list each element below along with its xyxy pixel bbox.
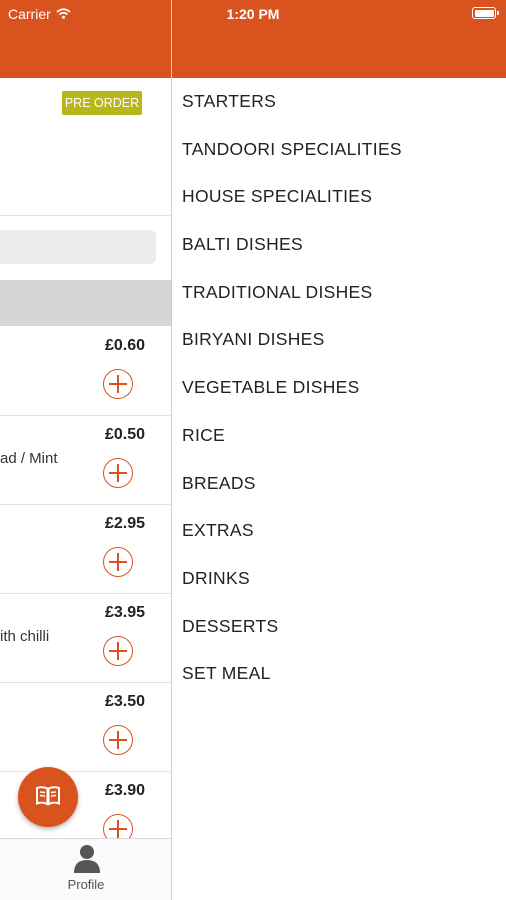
- category-item-starters[interactable]: STARTERS: [182, 78, 402, 126]
- category-item-tandoori-specialities[interactable]: TANDOORI SPECIALITIES: [182, 126, 402, 174]
- menu-item[interactable]: £3.50: [0, 683, 172, 772]
- category-header: [0, 280, 172, 326]
- item-price: £3.90: [104, 782, 145, 799]
- menu-item[interactable]: £2.95: [0, 505, 172, 594]
- panel-separator: [171, 0, 172, 900]
- search-input[interactable]: [0, 230, 156, 264]
- item-price: £3.95: [104, 604, 145, 621]
- tab-profile-label: Profile: [67, 877, 105, 892]
- item-price: £0.60: [104, 337, 145, 354]
- status-bar: Carrier 1:20 PM: [0, 0, 506, 28]
- category-item-rice[interactable]: RICE: [182, 412, 402, 460]
- category-drawer: STARTERS TANDOORI SPECIALITIES HOUSE SPE…: [172, 0, 506, 900]
- add-circle-icon[interactable]: [103, 369, 133, 399]
- divider: [0, 215, 172, 216]
- item-price: £2.95: [104, 515, 145, 532]
- category-item-set-meal[interactable]: SET MEAL: [182, 650, 402, 698]
- add-circle-icon[interactable]: [103, 547, 133, 577]
- profile-icon: [72, 843, 102, 878]
- clock: 1:20 PM: [226, 6, 280, 22]
- tab-bar: Profile: [0, 838, 172, 900]
- item-price: £3.50: [104, 693, 145, 710]
- menu-screen: PRE ORDER £0.60 £0.50 ad / Mint £2.95 £3…: [0, 0, 172, 900]
- category-item-traditional-dishes[interactable]: TRADITIONAL DISHES: [182, 269, 402, 317]
- item-description: ith chilli: [0, 628, 50, 645]
- category-item-balti-dishes[interactable]: BALTI DISHES: [182, 221, 402, 269]
- menu-book-icon: [35, 784, 61, 811]
- menu-item[interactable]: £0.60: [0, 327, 172, 416]
- category-item-house-specialities[interactable]: HOUSE SPECIALITIES: [182, 173, 402, 221]
- menu-item[interactable]: £3.95 ith chilli: [0, 594, 172, 683]
- add-circle-icon[interactable]: [103, 725, 133, 755]
- category-item-desserts[interactable]: DESSERTS: [182, 603, 402, 651]
- menu-book-button[interactable]: [18, 767, 78, 827]
- category-item-breads[interactable]: BREADS: [182, 460, 402, 508]
- pre-order-badge[interactable]: PRE ORDER: [62, 91, 142, 115]
- item-price: £0.50: [104, 426, 145, 443]
- battery-icon: [472, 7, 499, 19]
- category-list: STARTERS TANDOORI SPECIALITIES HOUSE SPE…: [182, 78, 402, 698]
- tab-profile[interactable]: Profile: [58, 841, 114, 897]
- category-item-drinks[interactable]: DRINKS: [182, 555, 402, 603]
- add-circle-icon[interactable]: [103, 636, 133, 666]
- category-item-vegetable-dishes[interactable]: VEGETABLE DISHES: [182, 364, 402, 412]
- item-description: ad / Mint: [0, 450, 58, 467]
- add-circle-icon[interactable]: [103, 458, 133, 488]
- category-item-extras[interactable]: EXTRAS: [182, 507, 402, 555]
- menu-item[interactable]: £0.50 ad / Mint: [0, 416, 172, 505]
- category-item-biryani-dishes[interactable]: BIRYANI DISHES: [182, 316, 402, 364]
